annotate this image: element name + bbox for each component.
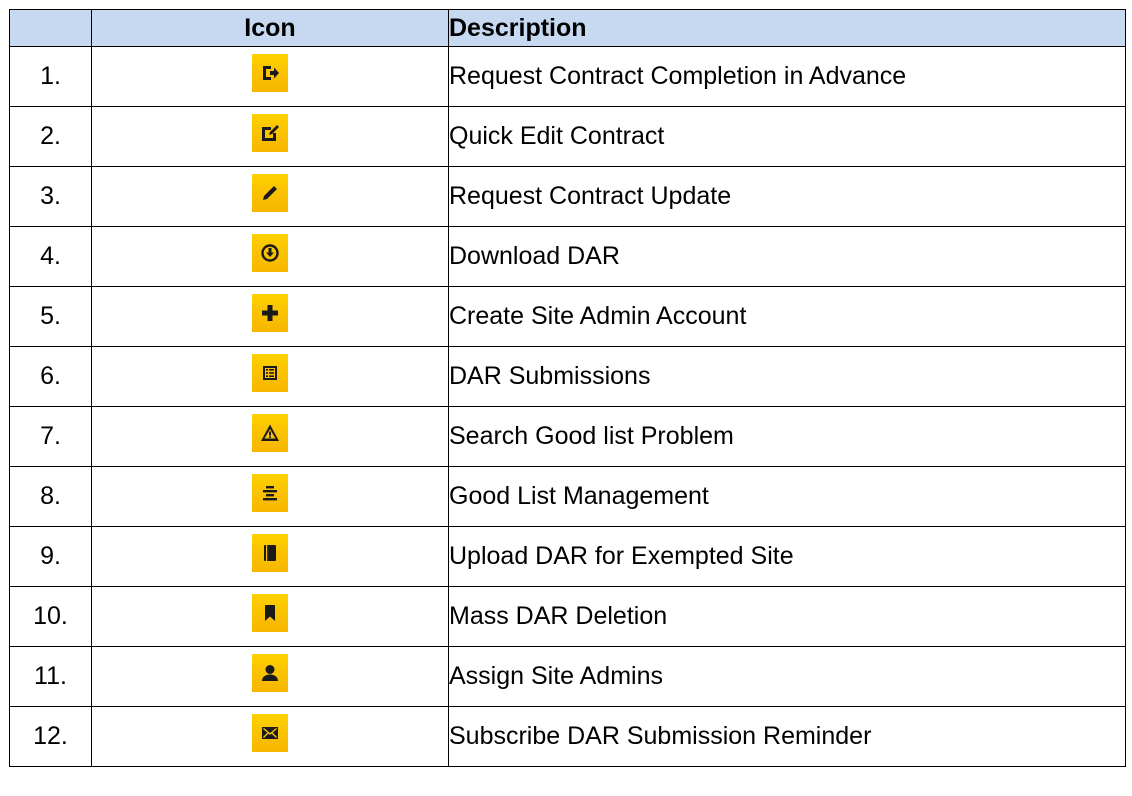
book-icon[interactable] xyxy=(252,533,288,572)
table-row: 1. Request Contract Completion in Advanc… xyxy=(9,46,1126,107)
icon-cell xyxy=(91,646,449,707)
row-description: Download DAR xyxy=(448,226,1126,287)
table-row: 2. Quick Edit Contract xyxy=(9,106,1126,167)
table-row: 8. Good List Management xyxy=(9,466,1126,527)
row-number: 10. xyxy=(9,586,92,647)
row-description: Request Contract Update xyxy=(448,166,1126,227)
row-number: 6. xyxy=(9,346,92,407)
icon-cell xyxy=(91,46,449,107)
row-description: Upload DAR for Exempted Site xyxy=(448,526,1126,587)
row-description: Good List Management xyxy=(448,466,1126,527)
header-icon: Icon xyxy=(91,9,449,47)
header-description: Description xyxy=(448,9,1126,47)
warning-icon[interactable] xyxy=(252,413,288,452)
table-row: 5. Create Site Admin Account xyxy=(9,286,1126,347)
icon-cell xyxy=(91,466,449,527)
table-row: 11. Assign Site Admins xyxy=(9,646,1126,707)
row-description: Request Contract Completion in Advance xyxy=(448,46,1126,107)
table-row: 4. Download DAR xyxy=(9,226,1126,287)
table-row: 12. Subscribe DAR Submission Reminder xyxy=(9,706,1126,767)
header-number xyxy=(9,9,92,47)
download-circle-icon[interactable] xyxy=(252,233,288,272)
table-row: 3. Request Contract Update xyxy=(9,166,1126,227)
icon-reference-table: Icon Description 1. Request Contract Com… xyxy=(9,9,1126,767)
row-number: 12. xyxy=(9,706,92,767)
row-description: Search Good list Problem xyxy=(448,406,1126,467)
icon-cell xyxy=(91,586,449,647)
icon-cell xyxy=(91,346,449,407)
sign-out-icon[interactable] xyxy=(252,53,288,92)
row-number: 1. xyxy=(9,46,92,107)
row-number: 5. xyxy=(9,286,92,347)
row-number: 4. xyxy=(9,226,92,287)
row-number: 9. xyxy=(9,526,92,587)
row-description: Subscribe DAR Submission Reminder xyxy=(448,706,1126,767)
row-number: 11. xyxy=(9,646,92,707)
plus-icon[interactable] xyxy=(252,293,288,332)
icon-cell xyxy=(91,706,449,767)
table-row: 6. DAR Submissions xyxy=(9,346,1126,407)
edit-icon[interactable] xyxy=(252,113,288,152)
row-number: 7. xyxy=(9,406,92,467)
icon-cell xyxy=(91,406,449,467)
row-description: Create Site Admin Account xyxy=(448,286,1126,347)
row-description: Assign Site Admins xyxy=(448,646,1126,707)
align-center-icon[interactable] xyxy=(252,473,288,512)
list-alt-icon[interactable] xyxy=(252,353,288,392)
icon-cell xyxy=(91,226,449,287)
row-description: DAR Submissions xyxy=(448,346,1126,407)
table-row: 9. Upload DAR for Exempted Site xyxy=(9,526,1126,587)
icon-cell xyxy=(91,166,449,227)
envelope-icon[interactable] xyxy=(252,713,288,752)
table-header-row: Icon Description xyxy=(9,9,1126,47)
icon-cell xyxy=(91,106,449,167)
icon-cell xyxy=(91,526,449,587)
icon-cell xyxy=(91,286,449,347)
user-icon[interactable] xyxy=(252,653,288,692)
pencil-icon[interactable] xyxy=(252,173,288,212)
row-number: 8. xyxy=(9,466,92,527)
row-number: 2. xyxy=(9,106,92,167)
table-row: 7. Search Good list Problem xyxy=(9,406,1126,467)
row-description: Quick Edit Contract xyxy=(448,106,1126,167)
table-row: 10. Mass DAR Deletion xyxy=(9,586,1126,647)
bookmark-icon[interactable] xyxy=(252,593,288,632)
row-description: Mass DAR Deletion xyxy=(448,586,1126,647)
row-number: 3. xyxy=(9,166,92,227)
